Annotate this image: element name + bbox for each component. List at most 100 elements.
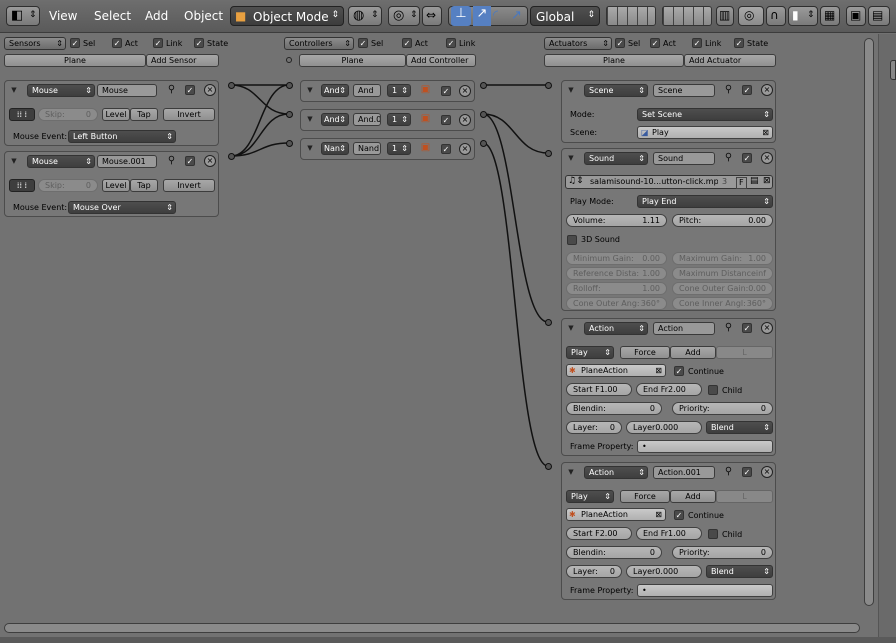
close-icon[interactable]: ×: [761, 466, 773, 478]
actuators-state-checkbox[interactable]: ✓: [734, 38, 744, 48]
close-icon[interactable]: ×: [459, 143, 471, 155]
tap-button[interactable]: Tap: [130, 179, 158, 192]
sensors-state-checkbox[interactable]: ✓: [194, 38, 204, 48]
level-button[interactable]: Level: [102, 108, 130, 121]
sensor-active-checkbox[interactable]: ✓: [185, 85, 195, 95]
local-button[interactable]: L: [716, 346, 773, 359]
clear-icon[interactable]: ⊠: [762, 127, 769, 138]
actuator-type-select[interactable]: Sound: [584, 152, 648, 165]
invert-button[interactable]: Invert: [163, 108, 215, 121]
invert-button[interactable]: Invert: [163, 179, 215, 192]
actuator-active-checkbox[interactable]: ✓: [742, 467, 752, 477]
actuator-active-checkbox[interactable]: ✓: [742, 323, 752, 333]
bookmark-icon[interactable]: ▣: [419, 84, 432, 97]
blendin-field[interactable]: Blendin: 0: [566, 402, 662, 415]
actuators-filter-select[interactable]: Actuators: [544, 37, 612, 50]
pin-icon[interactable]: ⚲: [165, 84, 178, 97]
blend-mode-select[interactable]: Blend: [706, 565, 773, 578]
controller-output-socket[interactable]: [480, 82, 487, 89]
actuators-sel-checkbox[interactable]: ✓: [615, 38, 625, 48]
frame-property-field[interactable]: •: [637, 584, 773, 597]
actuators-link-checkbox[interactable]: ✓: [692, 38, 702, 48]
actuator-input-socket[interactable]: [545, 319, 552, 326]
actuator-input-socket[interactable]: [545, 82, 552, 89]
sensor-name-field[interactable]: Mouse.001: [97, 155, 157, 168]
force-button[interactable]: Force: [620, 346, 670, 359]
actuator-active-checkbox[interactable]: ✓: [742, 153, 752, 163]
controllers-object-button[interactable]: Plane: [299, 54, 406, 67]
skip-field[interactable]: Skip: 0: [38, 179, 98, 192]
sensor-name-field[interactable]: Mouse: [97, 84, 157, 97]
actuators-object-button[interactable]: Plane: [544, 54, 684, 67]
controller-active-checkbox[interactable]: ✓: [441, 115, 451, 125]
force-button[interactable]: Force: [620, 490, 670, 503]
controller-state-select[interactable]: 1: [387, 113, 411, 126]
priority-field[interactable]: Priority: 0: [672, 402, 773, 415]
horizontal-scrollbar[interactable]: [4, 623, 860, 633]
start-frame-field[interactable]: Start F1.00: [566, 383, 632, 396]
sound3d-checkbox[interactable]: ✓: [567, 235, 577, 245]
pulse-buttons[interactable]: ⁞⁞ ⁞: [9, 108, 35, 121]
controllers-link-checkbox[interactable]: ✓: [446, 38, 456, 48]
controller-state-select[interactable]: 1: [387, 142, 411, 155]
play-type-select[interactable]: Play: [566, 346, 614, 359]
add-actuator-button[interactable]: Add Actuator: [684, 54, 776, 67]
state-dot-icon[interactable]: [286, 57, 292, 63]
sensors-filter-select[interactable]: Sensors: [4, 37, 66, 50]
controller-type-select[interactable]: And: [321, 84, 349, 97]
collapse-icon[interactable]: ▼: [9, 86, 19, 94]
close-icon[interactable]: ×: [761, 322, 773, 334]
pin-icon[interactable]: ⚲: [722, 466, 735, 479]
controllers-filter-select[interactable]: Controllers: [284, 37, 354, 50]
actuator-name-field[interactable]: Sound: [653, 152, 715, 165]
cone-inner-angle-field[interactable]: Cone Inner Angl: 360°: [672, 297, 773, 310]
layer-weight-field[interactable]: Layer0.000: [626, 421, 702, 434]
sound-file-name[interactable]: salamisound-10...utton-click.mp3: [590, 177, 718, 187]
blendin-field[interactable]: Blendin: 0: [566, 546, 662, 559]
pin-icon[interactable]: ⚲: [722, 322, 735, 335]
clear-icon[interactable]: ⊠: [655, 509, 662, 520]
controller-active-checkbox[interactable]: ✓: [441, 144, 451, 154]
controller-input-socket[interactable]: [286, 140, 293, 147]
add-button[interactable]: Add: [670, 490, 716, 503]
controller-input-socket[interactable]: [286, 82, 293, 89]
continue-checkbox[interactable]: ✓: [674, 510, 684, 520]
add-sensor-button[interactable]: Add Sensor: [146, 54, 219, 67]
actuator-type-select[interactable]: Action: [584, 466, 648, 479]
frame-property-field[interactable]: •: [637, 440, 773, 453]
collapse-icon[interactable]: ▼: [305, 144, 315, 152]
collapse-icon[interactable]: ▼: [566, 154, 576, 162]
cone-outer-angle-field[interactable]: Cone Outer Ang: 360°: [566, 297, 667, 310]
sensor-type-select[interactable]: Mouse: [27, 84, 95, 97]
sensors-act-checkbox[interactable]: ✓: [112, 38, 122, 48]
child-checkbox[interactable]: ✓: [708, 529, 718, 539]
sensors-link-checkbox[interactable]: ✓: [153, 38, 163, 48]
sensor-type-select[interactable]: Mouse: [27, 155, 95, 168]
scene-mode-select[interactable]: Set Scene: [637, 108, 773, 121]
pulse-buttons[interactable]: ⁞⁞ ⁞: [9, 179, 35, 192]
max-distance-field[interactable]: Maximum Distance inf: [672, 267, 773, 280]
controller-name-field[interactable]: And.0: [353, 113, 381, 126]
continue-checkbox[interactable]: ✓: [674, 366, 684, 376]
bookmark-icon[interactable]: ▣: [419, 113, 432, 126]
skip-field[interactable]: Skip: 0: [38, 108, 98, 121]
volume-field[interactable]: Volume: 1.11: [566, 214, 667, 227]
clear-icon[interactable]: ⊠: [763, 176, 771, 186]
controller-state-select[interactable]: 1: [387, 84, 411, 97]
close-icon[interactable]: ×: [459, 85, 471, 97]
layer-field[interactable]: Layer: 0: [566, 565, 622, 578]
tap-button[interactable]: Tap: [130, 108, 158, 121]
music-note-icon[interactable]: ♫⇕: [568, 176, 584, 186]
mouse-event-select[interactable]: Left Button: [68, 130, 176, 143]
controllers-act-checkbox[interactable]: ✓: [402, 38, 412, 48]
play-mode-select[interactable]: Play End: [637, 195, 773, 208]
sensor-output-socket[interactable]: [228, 153, 235, 160]
collapse-icon[interactable]: ▼: [566, 86, 576, 94]
blend-mode-select[interactable]: Blend: [706, 421, 773, 434]
cone-outer-gain-field[interactable]: Cone Outer Gain: 0.00: [672, 282, 773, 295]
action-field[interactable]: ✱ PlaneAction ⊠: [566, 508, 666, 521]
reference-distance-field[interactable]: Reference Dista: 1.00: [566, 267, 667, 280]
end-frame-field[interactable]: End Fr1.00: [636, 527, 702, 540]
region-toggle-tab[interactable]: [890, 60, 896, 80]
bookmark-icon[interactable]: ▣: [419, 142, 432, 155]
